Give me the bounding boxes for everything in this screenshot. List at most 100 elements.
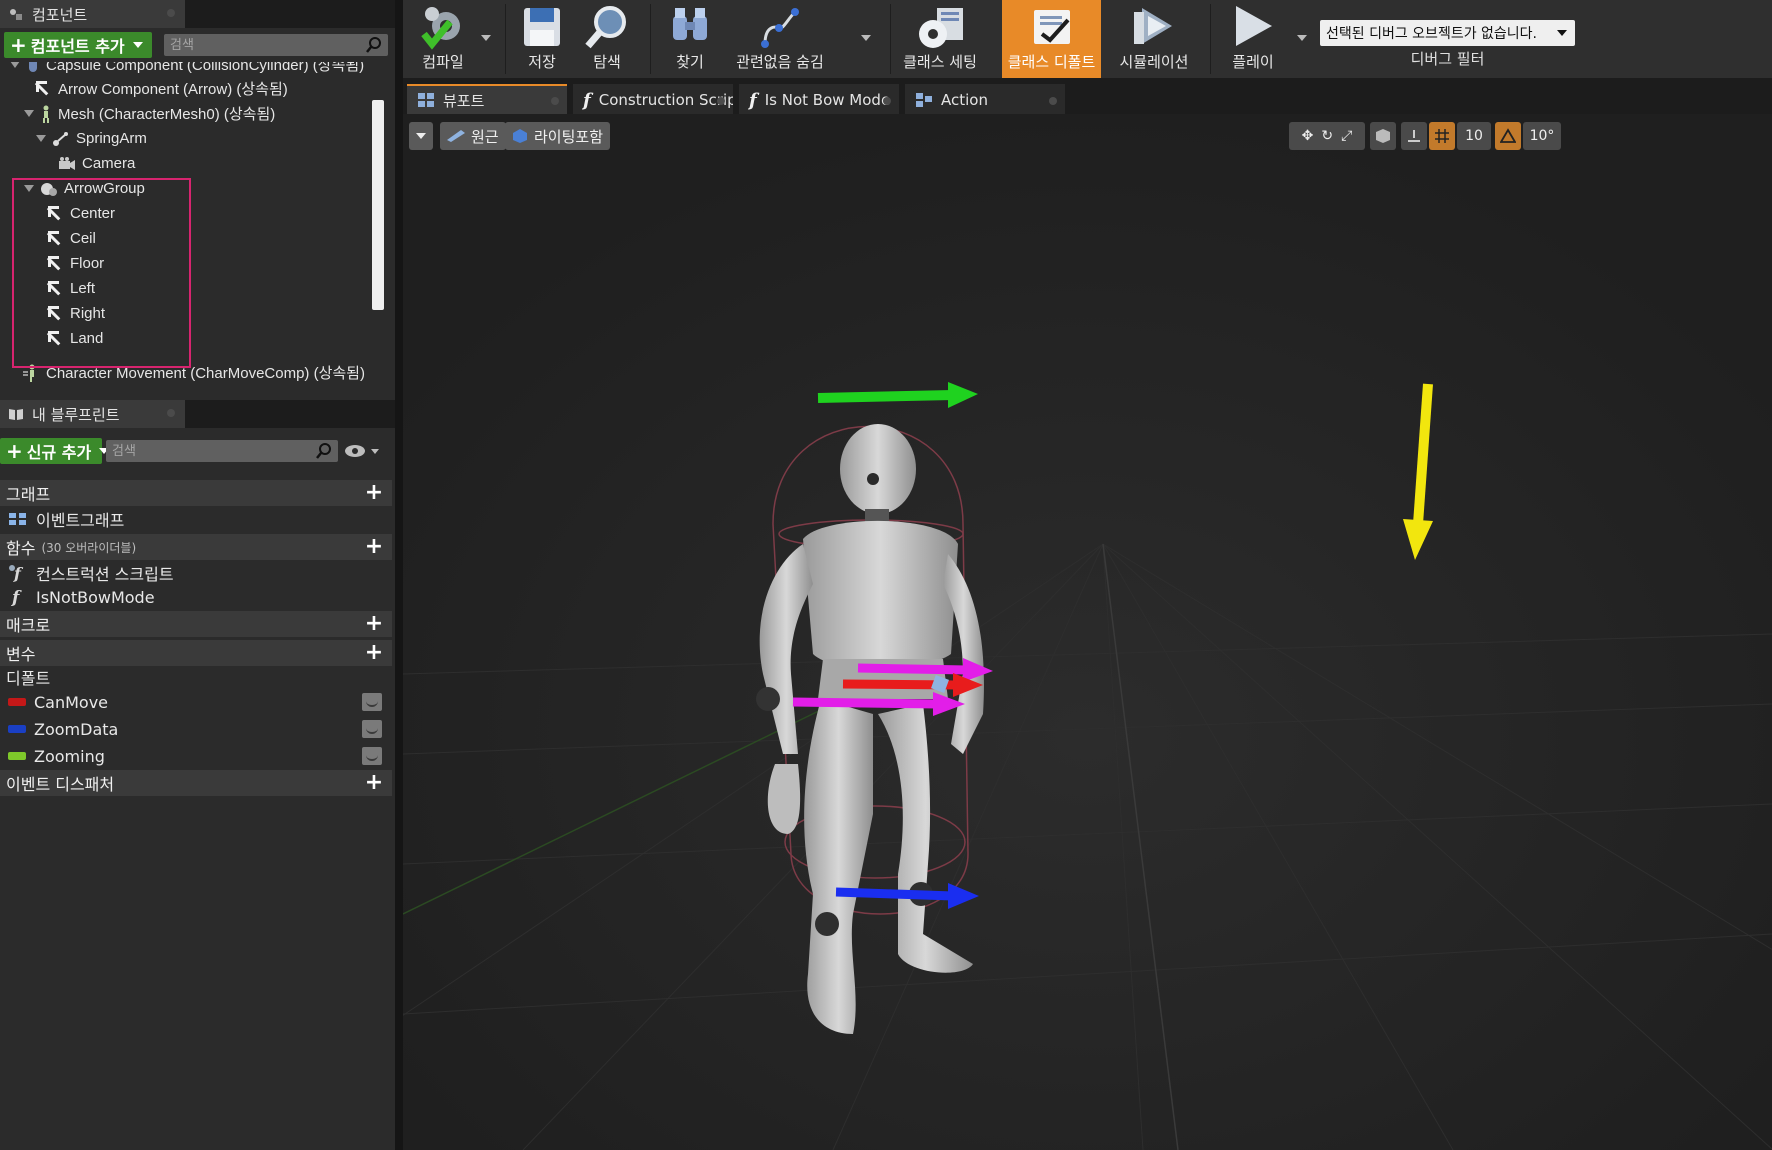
visibility-toggle[interactable] [362,693,382,711]
close-icon[interactable] [551,97,559,105]
perspective-button[interactable]: 원근 [440,122,506,150]
translate-icon[interactable]: ✥ [1302,128,1314,144]
magnifier-icon [585,6,626,49]
add-variable-button[interactable]: + [364,642,384,664]
tab-label: Construction Scrip [598,91,733,109]
viewport[interactable]: 원근 라이팅포함 ✥ ↻ ⤢ 10 10° [403,114,1772,1150]
visibility-toggle[interactable] [362,747,382,765]
tab-label: Action [941,91,988,109]
browse-button[interactable]: 탐색 [577,0,637,78]
components-search [164,34,388,56]
tree-item-capsule[interactable]: Capsule Component (CollisionCylinder) (상… [10,62,364,77]
compile-options-caret[interactable] [481,35,491,41]
close-icon[interactable] [717,97,725,105]
add-new-button[interactable]: + 신규 추가 [0,438,110,464]
play-button[interactable]: 플레이 [1218,0,1288,78]
variable-name: CanMove [34,692,109,712]
camera-icon [59,156,75,170]
section-functions[interactable]: 함수 (30 오버라이더블) + [0,534,392,560]
add-component-button[interactable]: + 컴포넌트 추가 [4,32,152,58]
tree-item-label: Arrow Component (Arrow) (상속됨) [58,81,288,98]
tab-construction-script[interactable]: f Construction Scrip [573,84,733,114]
tree-item-arrow-component[interactable]: Arrow Component (Arrow) (상속됨) [36,76,288,101]
function-icon: f [583,89,591,111]
surface-snap-toggle[interactable] [1401,122,1427,150]
editor-tab-strip: 뷰포트 f Construction Scrip f Is Not Bow Mo… [403,78,1772,114]
search-icon [316,443,331,459]
tab-my-blueprint[interactable]: 내 블루프린트 [0,400,185,428]
blueprint-search-input[interactable] [106,440,338,462]
grid-snap-toggle[interactable] [1429,122,1455,150]
rotation-snap-select[interactable]: 10° [1523,122,1561,150]
viewport-scene [403,114,1772,1150]
simulation-button[interactable]: 시뮬레이션 [1111,0,1197,78]
find-button[interactable]: 찾기 [658,0,722,78]
class-settings-button[interactable]: 클래스 세팅 [897,0,983,78]
capsule-icon [29,62,37,72]
add-macro-button[interactable]: + [364,613,384,635]
components-search-input[interactable] [164,34,388,56]
add-dispatcher-button[interactable]: + [364,772,384,794]
tab-components[interactable]: 컴포넌트 [0,0,185,28]
add-graph-button[interactable]: + [364,482,384,504]
save-button[interactable]: 저장 [513,0,571,78]
angle-icon [1500,128,1516,143]
eye-icon[interactable] [344,443,384,459]
expand-icon [36,135,46,142]
simulation-label: 시뮬레이션 [1119,53,1189,71]
class-defaults-label: 클래스 디폴트 [1007,53,1096,71]
tree-item-mesh[interactable]: Mesh (CharacterMesh0) (상속됨) [24,101,275,126]
components-tab-header: 컴포넌트 [0,0,395,28]
panel-splitter[interactable] [395,0,403,1150]
category-label: 디폴트 [6,669,51,688]
variable-row[interactable]: CanMove [0,690,392,714]
class-settings-label: 클래스 세팅 [903,53,977,71]
play-label: 플레이 [1232,53,1274,71]
lighting-mode-button[interactable]: 라이팅포함 [505,122,611,150]
tree-item-camera[interactable]: Camera [58,151,135,176]
section-graphs[interactable]: 그래프 + [0,480,392,506]
close-icon[interactable] [883,97,891,105]
close-icon[interactable] [1049,97,1057,105]
tab-viewport[interactable]: 뷰포트 [407,84,567,114]
tab-is-not-bow-mode[interactable]: f Is Not Bow Mode [739,84,899,114]
class-defaults-button[interactable]: 클래스 디폴트 [1002,0,1101,78]
scale-icon[interactable]: ⤢ [1341,128,1352,144]
list-item-construction-script[interactable]: f 컨스트럭션 스크립트 [0,561,392,585]
list-item-event-graph[interactable]: 이벤트그래프 [0,507,392,531]
category-default[interactable]: 디폴트 [0,665,392,689]
toolbar: 컴파일 저장 탐색 찾기 관련없음 숨김 클래스 세팅 클래스 디폴트 시뮬레이… [403,0,1772,78]
hide-unrelated-caret[interactable] [861,35,871,41]
tree-item-label: Camera [82,155,136,172]
tab-action[interactable]: Action [905,84,1065,114]
variable-type-pill [8,752,26,760]
close-icon[interactable] [167,409,175,417]
variable-row[interactable]: Zooming [0,744,392,768]
event-graph-icon [9,513,26,525]
grid-size-select[interactable]: 10 [1457,122,1491,150]
hide-unrelated-button[interactable]: 관련없음 숨김 [729,0,831,78]
book-icon [9,409,23,420]
debug-object-select[interactable]: 선택된 디버그 오브젝트가 없습니다. [1320,20,1575,46]
lit-sphere-icon [513,129,527,143]
compile-icon [421,7,460,50]
tab-label: Is Not Bow Mode [764,91,891,109]
cube-icon [1376,129,1390,143]
visibility-toggle[interactable] [362,720,382,738]
section-macros[interactable]: 매크로 + [0,611,392,637]
close-icon[interactable] [167,9,175,17]
grid-size-value: 10 [1465,128,1483,144]
components-scrollbar[interactable] [372,100,384,310]
compile-button[interactable]: 컴파일 [405,0,481,78]
rotation-snap-toggle[interactable] [1495,122,1521,150]
section-variables[interactable]: 변수 + [0,640,392,666]
add-function-button[interactable]: + [364,536,384,558]
play-options-caret[interactable] [1297,35,1307,41]
section-event-dispatchers[interactable]: 이벤트 디스패처 + [0,770,392,796]
rotate-icon[interactable]: ↻ [1321,128,1333,144]
variable-row[interactable]: ZoomData [0,717,392,741]
local-world-toggle[interactable] [1370,122,1396,150]
viewport-options-button[interactable] [409,122,433,150]
tree-item-springarm[interactable]: SpringArm [36,126,147,151]
list-item-isnotbowmode[interactable]: f IsNotBowMode [0,585,392,609]
